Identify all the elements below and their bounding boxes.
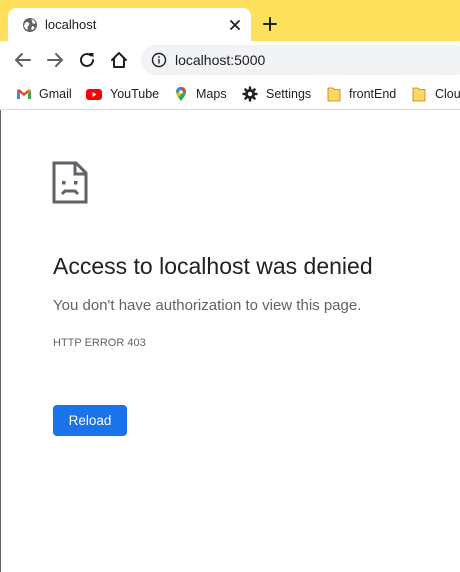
reload-button[interactable]: Reload bbox=[53, 405, 127, 436]
youtube-icon bbox=[86, 89, 102, 100]
plus-icon[interactable] bbox=[262, 16, 278, 32]
maps-icon bbox=[176, 87, 186, 101]
tab-title: localhost bbox=[45, 17, 97, 32]
toolbar: localhost:5000 bbox=[0, 41, 460, 79]
url-text[interactable]: localhost:5000 bbox=[175, 52, 265, 68]
arrow-right-icon[interactable] bbox=[44, 49, 66, 71]
folder-icon bbox=[327, 87, 341, 102]
error-code: HTTP ERROR 403 bbox=[53, 337, 146, 349]
bookmark-label: frontEnd bbox=[349, 87, 397, 101]
info-icon[interactable] bbox=[151, 52, 167, 68]
reload-icon[interactable] bbox=[76, 49, 98, 71]
gmail-icon bbox=[17, 89, 31, 99]
error-description: You don't have authorization to view thi… bbox=[53, 297, 362, 314]
gear-icon bbox=[242, 86, 258, 102]
bookmark-label: Clou bbox=[435, 87, 460, 101]
folder-icon bbox=[412, 87, 426, 102]
globe-icon bbox=[23, 18, 37, 32]
tab-strip: localhost bbox=[0, 0, 460, 41]
tab-localhost[interactable]: localhost bbox=[8, 8, 251, 41]
bookmarks-bar: Gmail YouTube Maps Settings frontEnd Clo… bbox=[0, 79, 460, 110]
sad-document-icon bbox=[52, 161, 88, 204]
bookmark-label: YouTube bbox=[110, 87, 160, 101]
address-bar[interactable]: localhost:5000 bbox=[141, 45, 460, 75]
home-icon[interactable] bbox=[108, 49, 130, 71]
window-edge bbox=[0, 110, 1, 572]
close-icon[interactable] bbox=[227, 17, 243, 33]
bookmark-label: Maps bbox=[196, 87, 227, 101]
bookmark-label: Settings bbox=[266, 87, 312, 101]
browser-window: localhost localhost:5000 Gmail YouTube M… bbox=[0, 0, 460, 572]
error-heading: Access to localhost was denied bbox=[53, 253, 373, 279]
arrow-left-icon[interactable] bbox=[12, 49, 34, 71]
bookmark-label: Gmail bbox=[39, 87, 72, 101]
